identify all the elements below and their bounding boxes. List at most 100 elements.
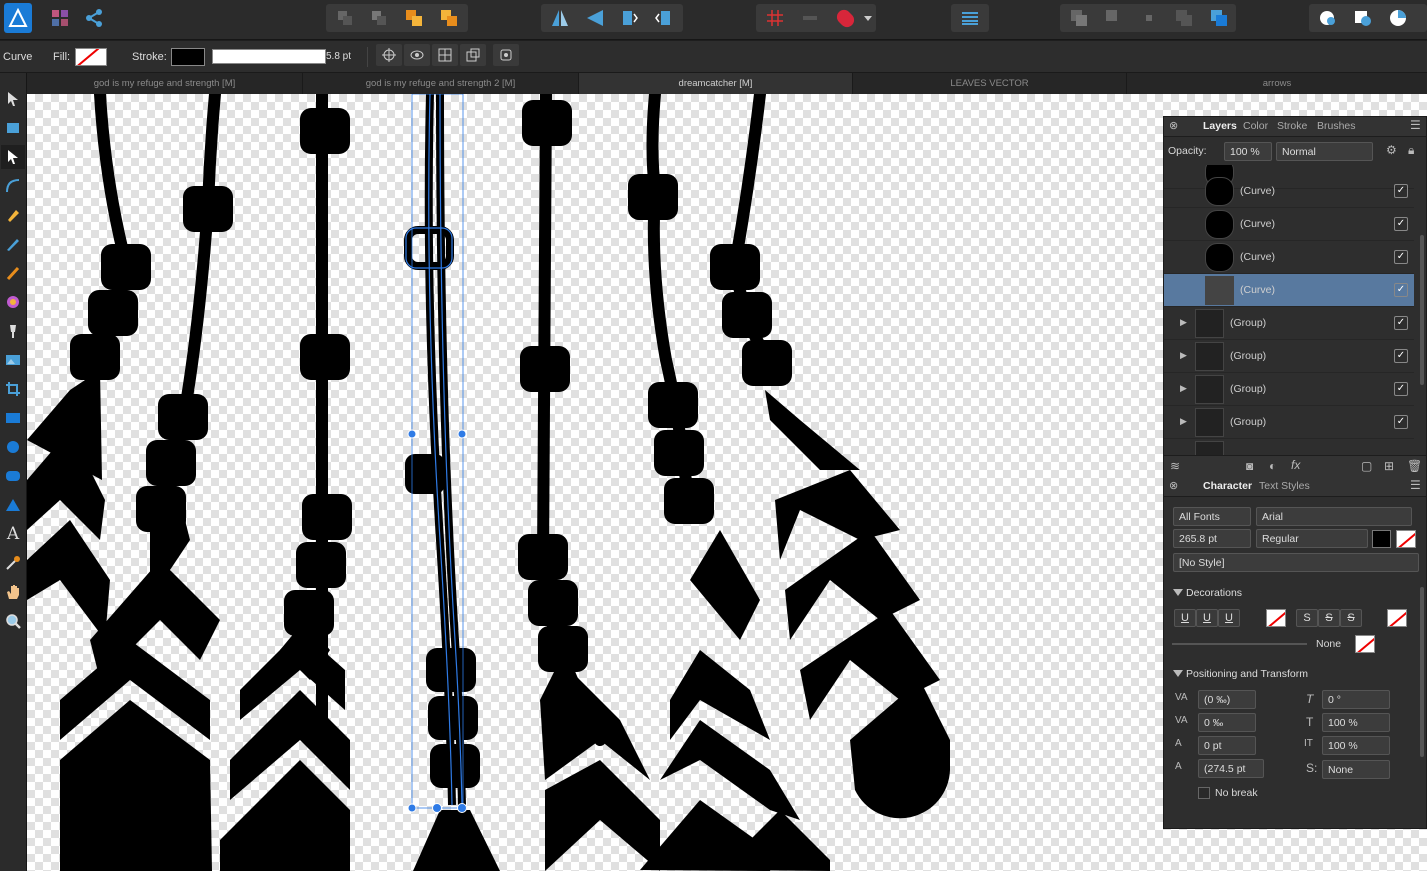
- underline-button[interactable]: U: [1174, 609, 1196, 627]
- fx-icon[interactable]: fx: [1291, 458, 1300, 472]
- snap-bounding-icon[interactable]: [795, 5, 825, 31]
- horizontal-scale-field[interactable]: 100 %: [1322, 736, 1390, 755]
- panel-menu-icon[interactable]: ☰: [1410, 118, 1421, 132]
- subtract-boolean-icon[interactable]: [1099, 5, 1129, 31]
- tab-document-4[interactable]: LEAVES VECTOR: [853, 73, 1127, 94]
- layer-visibility-checkbox[interactable]: ✓: [1394, 184, 1408, 198]
- layers-stack-icon[interactable]: ≋: [1170, 459, 1180, 473]
- rectangle-tool-icon[interactable]: [1, 406, 25, 430]
- group-icon[interactable]: ⊞: [1384, 459, 1394, 473]
- leading-field[interactable]: (274.5 pt: [1198, 759, 1264, 778]
- tab-document-2[interactable]: god is my refuge and strength 2 [M]: [303, 73, 579, 94]
- corner-tool-icon[interactable]: [1, 174, 25, 198]
- layer-visibility-checkbox[interactable]: ✓: [1394, 250, 1408, 264]
- expand-arrow-icon[interactable]: ▶: [1180, 350, 1187, 361]
- pen-tool-icon[interactable]: [1, 203, 25, 227]
- expand-arrow-icon[interactable]: ▶: [1180, 383, 1187, 394]
- decoration-fill-swatch[interactable]: [1355, 635, 1375, 653]
- rotate-right-icon[interactable]: [649, 5, 679, 31]
- tab-stroke[interactable]: Stroke: [1277, 120, 1307, 132]
- tab-character[interactable]: Character: [1203, 480, 1252, 492]
- layer-visibility-checkbox[interactable]: ✓: [1394, 283, 1408, 297]
- layer-visibility-checkbox[interactable]: ✓: [1394, 316, 1408, 330]
- insert-behind-icon[interactable]: [1313, 5, 1343, 31]
- trash-icon[interactable]: 🗑︎: [1407, 459, 1422, 473]
- add-boolean-icon[interactable]: [1064, 5, 1094, 31]
- tab-text-styles[interactable]: Text Styles: [1259, 480, 1310, 492]
- layer-visibility-checkbox[interactable]: ✓: [1394, 217, 1408, 231]
- pixel-persona-icon[interactable]: [45, 5, 75, 31]
- xor-boolean-icon[interactable]: [1169, 5, 1199, 31]
- layer-row[interactable]: ▶ (Group) ✓: [1164, 406, 1414, 439]
- insert-inside-icon[interactable]: [1383, 5, 1413, 31]
- ellipse-tool-icon[interactable]: [1, 435, 25, 459]
- decorations-section[interactable]: Decorations: [1164, 583, 1426, 603]
- layer-visibility-checkbox[interactable]: ✓: [1394, 349, 1408, 363]
- tab-document-5[interactable]: arrows: [1127, 73, 1427, 94]
- layer-row-selected[interactable]: (Curve) ✓: [1164, 274, 1414, 307]
- text-color-swatch[interactable]: [1372, 530, 1391, 548]
- layer-row[interactable]: ▶ (Group) ✓: [1164, 373, 1414, 406]
- double-strikethrough-button[interactable]: S: [1340, 609, 1362, 627]
- color-picker-icon[interactable]: [1, 551, 25, 575]
- settings-gear-icon[interactable]: ⚙: [1386, 143, 1397, 157]
- tab-layers[interactable]: Layers: [1203, 120, 1237, 132]
- rounded-rect-tool-icon[interactable]: [1, 464, 25, 488]
- show-nodes-icon[interactable]: [404, 44, 430, 66]
- strikethrough-color-swatch[interactable]: [1387, 609, 1407, 627]
- fill-tool-icon[interactable]: [1, 290, 25, 314]
- font-family-select[interactable]: Arial: [1256, 507, 1412, 526]
- underline-color-swatch[interactable]: [1266, 609, 1286, 627]
- strikethrough-button[interactable]: S: [1296, 609, 1318, 627]
- double-underline-button[interactable]: U: [1196, 609, 1218, 627]
- view-hand-icon[interactable]: [1, 580, 25, 604]
- font-collection-select[interactable]: All Fonts: [1173, 507, 1251, 526]
- superscript-select[interactable]: None: [1322, 760, 1390, 779]
- fill-swatch[interactable]: [75, 48, 107, 66]
- adjustment-icon[interactable]: ◐: [1269, 459, 1276, 473]
- snap-grid-icon[interactable]: [760, 5, 790, 31]
- transform-origin-icon[interactable]: [376, 44, 402, 66]
- blend-mode-select[interactable]: Normal: [1276, 142, 1373, 161]
- node-tool-icon[interactable]: [1, 145, 25, 169]
- stroke-width-slider[interactable]: [212, 49, 326, 64]
- triangle-tool-icon[interactable]: [1, 493, 25, 517]
- zoom-tool-icon[interactable]: [1, 609, 25, 633]
- snapping-magnet-icon[interactable]: [830, 5, 860, 31]
- mask-icon[interactable]: ◙: [1246, 459, 1253, 473]
- export-persona-icon[interactable]: [79, 5, 109, 31]
- lock-icon[interactable]: 🔒︎: [1408, 143, 1414, 158]
- snap-icon[interactable]: [493, 44, 519, 66]
- move-backward-icon[interactable]: [364, 5, 394, 31]
- tab-document-3[interactable]: dreamcatcher [M]: [579, 73, 853, 94]
- decoration-weight-slider[interactable]: [1172, 643, 1307, 645]
- no-break-checkbox[interactable]: [1198, 787, 1210, 799]
- vector-brush-icon[interactable]: [1, 261, 25, 285]
- strikethrough-style-button[interactable]: S: [1318, 609, 1340, 627]
- divide-boolean-icon[interactable]: [1204, 5, 1234, 31]
- layer-row[interactable]: (Curve) ✓: [1164, 175, 1414, 208]
- expand-arrow-icon[interactable]: ▶: [1180, 317, 1187, 328]
- layer-row[interactable]: [1164, 439, 1414, 455]
- move-back-icon[interactable]: [330, 5, 360, 31]
- move-front-icon[interactable]: [434, 5, 464, 31]
- text-style-select[interactable]: [No Style]: [1173, 553, 1419, 572]
- intersect-boolean-icon[interactable]: [1134, 5, 1164, 31]
- stroke-swatch[interactable]: [171, 48, 205, 66]
- underline-style-button[interactable]: U: [1218, 609, 1240, 627]
- rotate-left-icon[interactable]: [614, 5, 644, 31]
- insert-top-icon[interactable]: [1348, 5, 1378, 31]
- tab-document-1[interactable]: god is my refuge and strength [M]: [27, 73, 303, 94]
- tab-brushes[interactable]: Brushes: [1317, 120, 1356, 132]
- tab-color[interactable]: Color: [1243, 120, 1268, 132]
- close-panel-icon[interactable]: ⊗: [1169, 479, 1178, 492]
- text-tool-icon[interactable]: A: [1, 522, 25, 546]
- layer-row[interactable]: (Curve) ✓: [1164, 208, 1414, 241]
- flip-vertical-icon[interactable]: [580, 5, 610, 31]
- text-stroke-swatch[interactable]: [1396, 530, 1416, 548]
- font-style-select[interactable]: Regular: [1256, 529, 1368, 548]
- opacity-field[interactable]: 100 %: [1224, 142, 1272, 161]
- layer-visibility-checkbox[interactable]: ✓: [1394, 415, 1408, 429]
- kerning-field[interactable]: 0 ‰: [1198, 713, 1256, 732]
- artboard-tool-icon[interactable]: [1, 116, 25, 140]
